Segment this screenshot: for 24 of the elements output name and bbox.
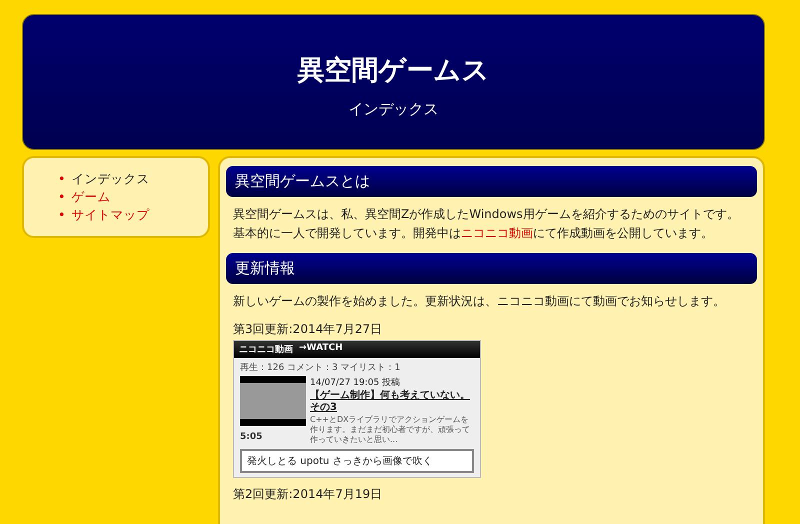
video-stats: 再生：126 コメント：3 マイリスト：1: [240, 362, 402, 374]
post-date: 14/07/27 19:05 投稿: [310, 376, 402, 389]
page-subtitle: インデックス: [348, 100, 438, 118]
bullet: •: [58, 171, 66, 186]
news-paragraph: 新しいゲームの製作を始めました。更新状況は、ニコニコ動画にて動画でお知らせします。: [233, 293, 726, 310]
watch-link[interactable]: →WATCH: [299, 343, 343, 356]
video-description: C++とDXライブラリでアクションゲームを作ります。まだまだ初心者ですが、頑張って作っていきたいと思い...: [310, 415, 471, 445]
nav-link[interactable]: ゲーム: [71, 189, 110, 204]
nico-link[interactable]: ニコニコ動画: [461, 226, 533, 240]
video-title-link[interactable]: 【ゲーム制作】何も考えていない。その3: [310, 390, 474, 414]
comment-box: 発火しとる upotu さっきから画像で吹く: [240, 449, 474, 473]
nico-logo[interactable]: ニコニコ動画: [239, 343, 293, 356]
nav-link[interactable]: サイトマップ: [71, 207, 150, 222]
bullet: •: [58, 207, 66, 222]
update-date: 第3回更新:2014年7月27日: [233, 321, 384, 338]
site-title: 異空間ゲームス: [298, 54, 490, 88]
bullet: •: [58, 189, 66, 204]
nav-link[interactable]: インデックス: [71, 171, 150, 186]
section-heading: 更新情報: [226, 253, 757, 284]
video-duration: 5:05: [240, 432, 264, 442]
photo-placeholder[interactable]: [240, 376, 306, 426]
about-paragraph: 異空間ゲームスは、私、異空間Zが作成したWindows用ゲームを紹介するためのサイトです。基本的に一人で開発しています。開発中はニコニコ動画にて作成動画を公開しています。: [233, 206, 740, 242]
update-date: 第2回更新:2014年7月19日: [233, 486, 384, 503]
section-heading: 異空間ゲームスとは: [226, 166, 757, 197]
